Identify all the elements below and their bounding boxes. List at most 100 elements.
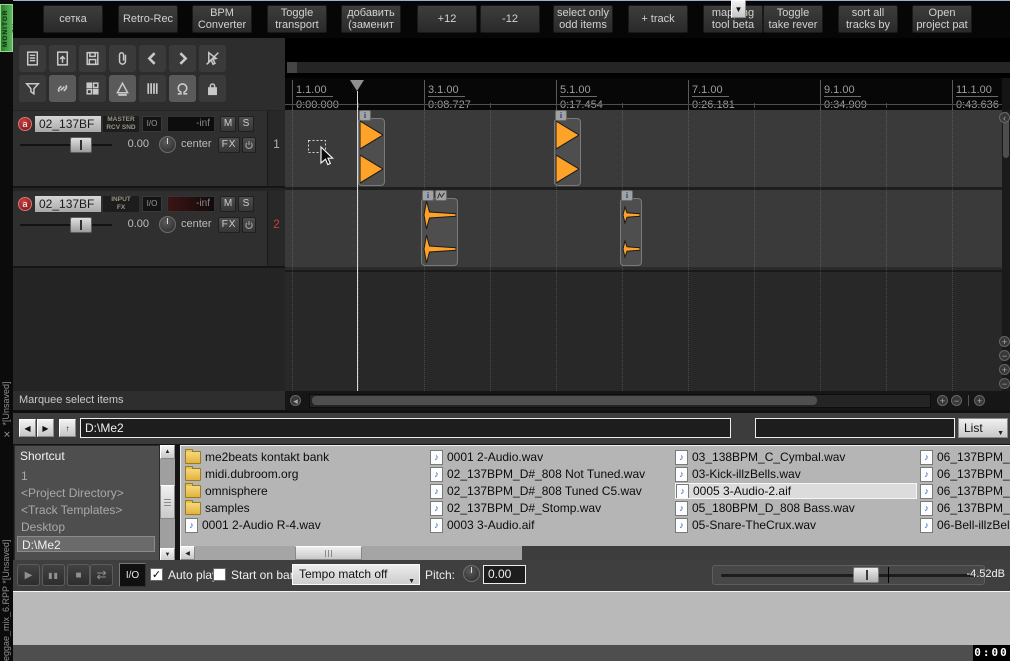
zoom-in-vertical-button[interactable]: + bbox=[999, 336, 1010, 347]
file-list-audio-file[interactable]: ♪ 0001 2-Audio.wav bbox=[430, 449, 672, 465]
toolbar-button-13[interactable]: Open project pat bbox=[912, 5, 972, 33]
path-input[interactable]: D:\Me2 bbox=[80, 418, 731, 438]
shortcut-item[interactable]: Desktop bbox=[17, 519, 155, 535]
ribs-icon[interactable] bbox=[139, 75, 166, 102]
edit-cursor-handle[interactable] bbox=[350, 80, 364, 91]
scroll-up-button[interactable]: ▲ bbox=[160, 445, 175, 459]
track-panel-1[interactable]: a 02_137BF MASTER RCV SND I/O -inf M S 0.… bbox=[13, 111, 285, 188]
record-arm-button[interactable]: a bbox=[18, 117, 32, 131]
solo-button[interactable]: S bbox=[238, 116, 254, 132]
save-project-icon[interactable] bbox=[79, 45, 106, 72]
track-name-input[interactable]: 02_137BF bbox=[35, 116, 101, 132]
toolbar-button-1[interactable]: сетка bbox=[43, 5, 103, 33]
open-project-icon[interactable] bbox=[49, 45, 76, 72]
filter-input[interactable] bbox=[755, 418, 955, 438]
toolbar-button-9[interactable]: + track bbox=[628, 5, 688, 33]
hzoom-reset-button[interactable]: + bbox=[974, 395, 985, 406]
path-dropdown-arrow[interactable]: ▼ bbox=[731, 0, 746, 18]
solo-button[interactable]: S bbox=[238, 196, 254, 212]
waveform-preview-area[interactable] bbox=[13, 591, 1010, 645]
toolbar-button-2[interactable]: Retro-Rec bbox=[118, 5, 178, 33]
play-button[interactable]: ▶ bbox=[17, 564, 40, 586]
lock-icon[interactable] bbox=[199, 75, 226, 102]
shortcut-item[interactable]: D:\Me2 bbox=[17, 536, 155, 552]
track-lane-1[interactable] bbox=[285, 110, 1002, 187]
record-arm-button[interactable]: a bbox=[18, 197, 32, 211]
scrollbar-track[interactable] bbox=[309, 394, 931, 408]
io-button[interactable]: I/O bbox=[119, 563, 146, 587]
pitch-knob[interactable] bbox=[463, 565, 480, 582]
zoom-out-button[interactable]: − bbox=[999, 378, 1010, 389]
fx-button[interactable]: FX bbox=[218, 137, 240, 153]
fx-bypass-button[interactable] bbox=[242, 217, 256, 233]
grid-blocks-icon[interactable] bbox=[79, 75, 106, 102]
up-button[interactable]: ↑ bbox=[59, 419, 76, 437]
file-list-audio-file[interactable]: ♪ 06_137BPM_Eb bbox=[920, 466, 1010, 482]
file-list-audio-file[interactable]: ♪ 0003 3-Audio.aif bbox=[430, 517, 672, 533]
hzoom-out-button[interactable]: − bbox=[951, 395, 962, 406]
file-list-folder[interactable]: omnisphere bbox=[185, 483, 427, 499]
file-list-audio-file[interactable]: ♪ 06_137BPM_Eb bbox=[920, 449, 1010, 465]
horizontal-zoom-strip[interactable] bbox=[287, 62, 1010, 73]
start-on-bar-checkbox[interactable] bbox=[213, 568, 226, 581]
shortcut-item[interactable]: <Project Directory> bbox=[17, 485, 155, 501]
mute-button[interactable]: M bbox=[220, 196, 236, 212]
loop-button[interactable]: ⇄ bbox=[90, 564, 113, 586]
scroll-left-button[interactable]: ◀ bbox=[180, 546, 195, 560]
file-list-folder[interactable]: midi.dubroom.org bbox=[185, 466, 427, 482]
toolbar-button-8[interactable]: select only odd items bbox=[553, 5, 613, 33]
arrange-view[interactable]: i i i i bbox=[285, 110, 1002, 391]
toolbar-button-3[interactable]: BPM Converter bbox=[192, 5, 252, 33]
media-item[interactable]: i bbox=[421, 190, 458, 266]
scrollbar-thumb[interactable] bbox=[312, 396, 817, 405]
timeline-ruler[interactable]: 1.1.00 0:00.000 3.1.00 0:08.727 5.1.00 0:1… bbox=[285, 78, 1002, 110]
file-list-audio-file[interactable]: ♪ 02_137BPM_D#_808 Tuned C5.wav bbox=[430, 483, 672, 499]
file-list-audio-file[interactable]: ♪ 0001 2-Audio R-4.wav bbox=[185, 517, 427, 533]
stop-button[interactable]: ■ bbox=[67, 564, 90, 586]
paperclip-icon[interactable] bbox=[109, 45, 136, 72]
file-list-folder[interactable]: samples bbox=[185, 500, 427, 516]
file-list-audio-file[interactable]: ♪ 03-Kick-illzBells.wav bbox=[675, 466, 917, 482]
shortcut-item[interactable]: <Track Templates> bbox=[17, 502, 155, 518]
scrollbar-track[interactable] bbox=[195, 546, 522, 560]
file-list-audio-file[interactable]: ♪ 02_137BPM_D#_808 Not Tuned.wav bbox=[430, 466, 672, 482]
shortcut-item[interactable]: 1 bbox=[17, 468, 155, 484]
zoom-in-button[interactable]: + bbox=[999, 364, 1010, 375]
toolbar-button-4[interactable]: Toggle transport bbox=[267, 5, 327, 33]
pan-knob[interactable] bbox=[159, 216, 176, 233]
toolbar-button-7[interactable]: -12 bbox=[480, 5, 540, 33]
toolbar-button-6[interactable]: +12 bbox=[417, 5, 477, 33]
fader-handle[interactable] bbox=[70, 217, 92, 233]
view-mode-dropdown[interactable]: List ▼ bbox=[958, 418, 1008, 438]
horizontal-zoom-thumb[interactable] bbox=[287, 62, 297, 73]
monitor-fx-button[interactable]: MONITOR FX bbox=[0, 4, 19, 52]
media-item[interactable]: i bbox=[620, 190, 642, 266]
fx-button[interactable]: FX bbox=[218, 217, 240, 233]
fader-handle[interactable] bbox=[70, 137, 92, 153]
forward-button[interactable]: ▶ bbox=[37, 419, 54, 437]
pitch-input[interactable]: 0.00 bbox=[483, 565, 526, 584]
io-button[interactable]: I/O bbox=[142, 196, 162, 212]
tempo-match-dropdown[interactable]: Tempo match off ▼ bbox=[292, 564, 420, 585]
file-list-audio-file[interactable]: ♪ 0005 3-Audio-2.aif bbox=[675, 483, 917, 499]
scroll-widget-button[interactable]: ‹ bbox=[999, 112, 1010, 123]
file-list-audio-file[interactable]: ♪ 06_137BPM_Eb bbox=[920, 483, 1010, 499]
back-button[interactable]: ◀ bbox=[19, 419, 36, 437]
file-list-horizontal-scrollbar[interactable]: ◀ bbox=[180, 546, 1010, 560]
link-icon[interactable] bbox=[49, 75, 76, 102]
io-button[interactable]: I/O bbox=[142, 116, 162, 132]
toolbar-button-12[interactable]: sort all tracks by bbox=[838, 5, 898, 33]
cursor-off-icon[interactable] bbox=[199, 45, 226, 72]
autoplay-checkbox[interactable]: ✓ bbox=[150, 568, 163, 581]
fx-bypass-button[interactable] bbox=[242, 137, 256, 153]
chevron-right-icon[interactable] bbox=[169, 45, 196, 72]
slider-handle[interactable] bbox=[853, 567, 879, 583]
volume-fader[interactable] bbox=[20, 217, 112, 233]
volume-fader[interactable] bbox=[20, 137, 112, 153]
metronome-icon[interactable] bbox=[109, 75, 136, 102]
file-list-audio-file[interactable]: ♪ 05-Snare-TheCrux.wav bbox=[675, 517, 917, 533]
chevron-left-icon[interactable] bbox=[139, 45, 166, 72]
file-list-audio-file[interactable]: ♪ 06_137BPM_Eb bbox=[920, 500, 1010, 516]
track-lane-2[interactable] bbox=[285, 190, 1002, 267]
pause-button[interactable]: ▮▮ bbox=[42, 564, 65, 586]
